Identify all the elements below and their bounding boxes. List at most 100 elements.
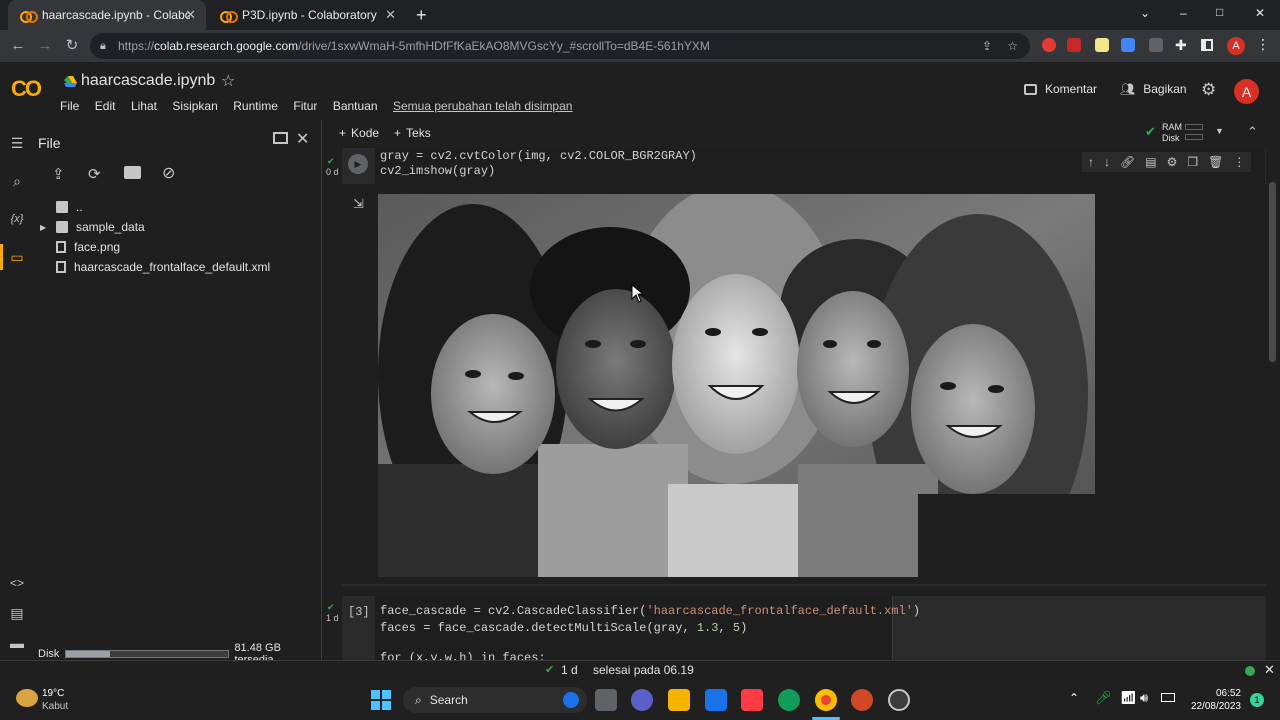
- notebook-title[interactable]: haarcascade.ipynb: [81, 72, 215, 90]
- chrome-icon[interactable]: [815, 689, 837, 711]
- upload-file-icon[interactable]: ⇪: [52, 165, 65, 183]
- maximize-button[interactable]: □: [1216, 5, 1223, 19]
- tab-search-icon[interactable]: ⌄: [1140, 6, 1150, 20]
- browser-tab-active[interactable]: haarcascade.ipynb - Colaboratory ✕: [8, 0, 206, 30]
- output-divider: [342, 584, 1266, 586]
- extension-notes-icon[interactable]: [1095, 38, 1109, 52]
- music-app-icon[interactable]: [741, 689, 763, 711]
- collapse-header-icon[interactable]: ⌃: [1247, 124, 1258, 140]
- mirror-cell-icon[interactable]: ❐: [1187, 155, 1198, 169]
- menu-help[interactable]: Bantuan: [333, 99, 378, 113]
- execution-count: [3]: [348, 605, 370, 619]
- menu-insert[interactable]: Sisipkan: [172, 99, 217, 113]
- browser-menu-icon[interactable]: ⋮: [1256, 36, 1270, 53]
- extension-record-icon[interactable]: [1042, 38, 1056, 52]
- scrollbar-thumb[interactable]: [1269, 182, 1276, 362]
- variables-icon[interactable]: {x}: [8, 210, 26, 228]
- add-code-button[interactable]: + Kode: [339, 126, 379, 140]
- code-snippets-icon[interactable]: <>: [8, 574, 26, 592]
- file-tree-file[interactable]: haarcascade_frontalface_default.xml: [56, 258, 270, 276]
- share-button[interactable]: 👥︎ Bagikan: [1120, 82, 1187, 96]
- menu-file[interactable]: File: [60, 99, 79, 113]
- weather-widget[interactable]: 19°C Kabut: [42, 687, 68, 713]
- table-of-contents-icon[interactable]: ☰: [8, 134, 26, 152]
- move-up-icon[interactable]: ↑: [1088, 155, 1094, 169]
- expand-caret-icon[interactable]: ▶: [40, 223, 56, 232]
- file-explorer-icon[interactable]: [668, 689, 690, 711]
- menu-view[interactable]: Lihat: [131, 99, 157, 113]
- powerpoint-icon[interactable]: [851, 689, 873, 711]
- hidden-icons-chevron[interactable]: ⌃: [1069, 691, 1079, 705]
- account-avatar[interactable]: A: [1234, 79, 1259, 104]
- extension-translate-icon[interactable]: [1121, 38, 1135, 52]
- star-notebook-icon[interactable]: ☆: [221, 71, 235, 91]
- teams-icon[interactable]: [631, 689, 653, 711]
- file-tree-file[interactable]: face.png: [56, 238, 120, 256]
- clock[interactable]: 06:52 22/08/2023: [1189, 687, 1241, 713]
- add-code-label: Kode: [351, 126, 380, 140]
- side-panel-icon[interactable]: [1201, 39, 1213, 51]
- move-down-icon[interactable]: ↓: [1104, 155, 1110, 169]
- command-palette-icon[interactable]: ▤: [8, 604, 26, 622]
- close-status-icon[interactable]: ✕: [1264, 662, 1275, 678]
- bookmark-star-icon[interactable]: ☆: [1007, 33, 1018, 59]
- terminal-icon[interactable]: ▬: [8, 634, 26, 652]
- volume-icon[interactable]: 🔊︎: [1140, 690, 1148, 706]
- close-window-button[interactable]: ✕: [1255, 6, 1265, 20]
- hide-files-icon[interactable]: ⊘: [162, 163, 175, 183]
- back-icon[interactable]: ←: [8, 36, 28, 56]
- link-icon[interactable]: 🔗︎: [1120, 155, 1135, 169]
- resource-monitor[interactable]: RAM Disk: [1162, 122, 1182, 144]
- windows-start-icon[interactable]: [371, 690, 391, 710]
- notification-badge[interactable]: 1: [1250, 693, 1264, 707]
- forward-icon[interactable]: →: [35, 36, 55, 56]
- extension-pen-icon[interactable]: [1149, 38, 1163, 52]
- extension-adblock-icon[interactable]: [1067, 38, 1081, 52]
- code-editor[interactable]: face_cascade = cv2.CascadeClassifier('ha…: [375, 596, 920, 660]
- close-tab-icon[interactable]: ✕: [185, 7, 196, 23]
- open-in-tab-icon[interactable]: [273, 132, 288, 144]
- minimize-button[interactable]: –: [1180, 6, 1187, 20]
- file-tree-folder[interactable]: ▶ sample_data: [40, 218, 145, 236]
- add-text-button[interactable]: + Teks: [394, 126, 431, 140]
- app-icon[interactable]: [888, 689, 910, 711]
- mail-icon[interactable]: [705, 689, 727, 711]
- taskbar-search[interactable]: ⌕ Search: [403, 687, 587, 713]
- comments-label: Komentar: [1045, 82, 1098, 96]
- colab-logo[interactable]: CO: [11, 76, 42, 102]
- cell-settings-icon[interactable]: ⚙: [1167, 155, 1178, 169]
- comments-button[interactable]: Komentar: [1024, 82, 1097, 96]
- browser-tab[interactable]: P3D.ipynb - Colaboratory ✕: [208, 0, 406, 30]
- more-options-icon[interactable]: ⋮: [1233, 155, 1245, 169]
- mount-drive-icon[interactable]: [124, 166, 141, 179]
- menu-edit[interactable]: Edit: [95, 99, 116, 113]
- wifi-icon[interactable]: 📶︎: [1120, 690, 1137, 706]
- battery-icon[interactable]: [1161, 693, 1175, 702]
- save-status-link[interactable]: Semua perubahan telah disimpan: [393, 99, 572, 113]
- extensions-puzzle-icon[interactable]: ✚: [1175, 37, 1187, 54]
- code-cell-2[interactable]: [3] face_cascade = cv2.CascadeClassifier…: [342, 596, 1266, 660]
- run-cell-button[interactable]: ▶: [348, 154, 368, 174]
- status-message[interactable]: selesai pada 06.19: [593, 663, 694, 677]
- url-bar[interactable]: 🔒︎ https://colab.research.google.com/dri…: [90, 33, 1030, 59]
- reload-icon[interactable]: ↻: [62, 36, 82, 56]
- new-tab-button[interactable]: +: [416, 5, 427, 26]
- file-tree-up[interactable]: ..: [56, 198, 83, 216]
- search-icon[interactable]: ⌕: [8, 172, 26, 190]
- close-panel-icon[interactable]: ✕: [296, 129, 309, 149]
- files-folder-icon[interactable]: ▭: [8, 248, 26, 266]
- profile-avatar[interactable]: A: [1227, 37, 1245, 55]
- runtime-dropdown-icon[interactable]: ▼: [1215, 126, 1224, 136]
- settings-gear-icon[interactable]: ⚙: [1201, 80, 1216, 100]
- output-actions-icon[interactable]: ⇲: [353, 196, 364, 212]
- delete-cell-icon[interactable]: 🗑︎: [1208, 155, 1223, 169]
- menu-runtime[interactable]: Runtime: [233, 99, 278, 113]
- close-tab-icon[interactable]: ✕: [385, 7, 396, 23]
- refresh-folder-icon[interactable]: ⟳: [88, 165, 101, 183]
- task-view-icon[interactable]: [595, 689, 617, 711]
- microphone-icon[interactable]: 🎤︎: [1095, 690, 1112, 706]
- comment-cell-icon[interactable]: ▤: [1145, 155, 1156, 169]
- menu-tools[interactable]: Fitur: [293, 99, 317, 113]
- share-page-icon[interactable]: ⇪: [982, 33, 992, 59]
- edge-browser-icon[interactable]: [778, 689, 800, 711]
